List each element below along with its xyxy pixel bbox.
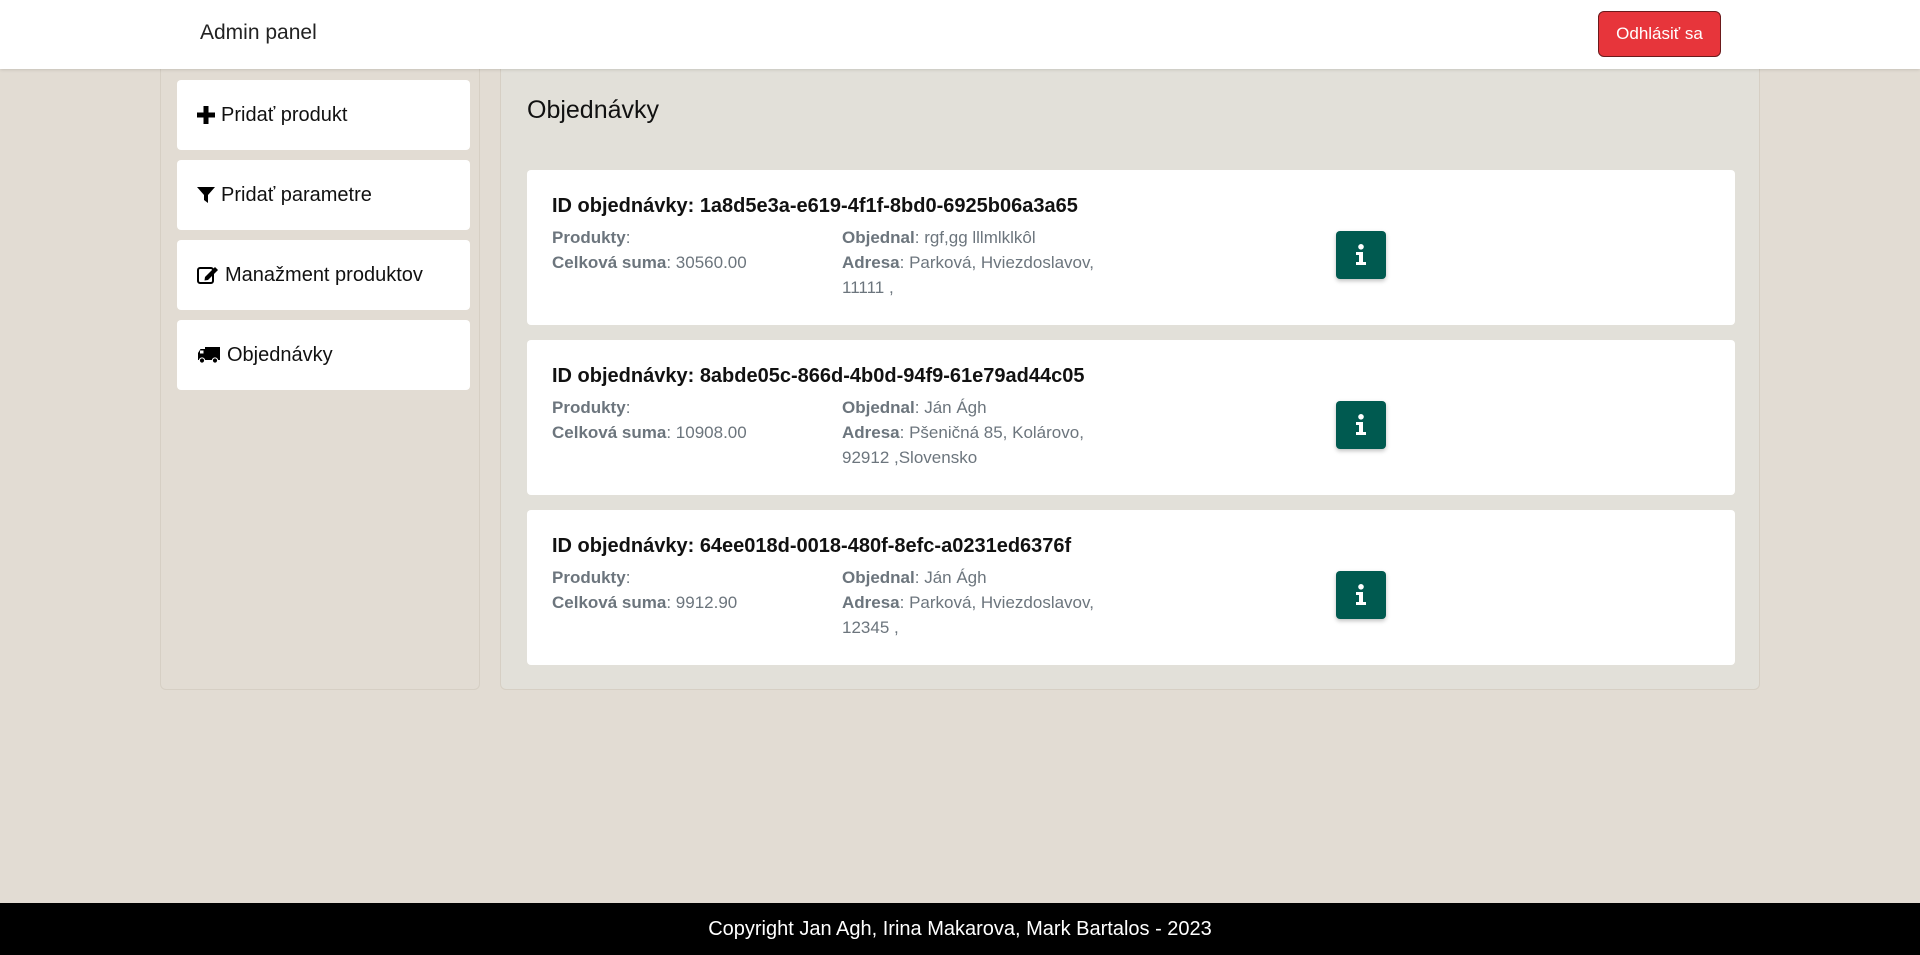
filter-icon [197, 187, 215, 203]
order-products: Produkty: [552, 228, 631, 247]
order-id-label: ID objednávky: [552, 535, 700, 557]
order-id-label: ID objednávky: [552, 195, 700, 217]
order-id: ID objednávky: 8abde05c-866d-4b0d-94f9-6… [552, 365, 1085, 388]
sidebar-item-label: Objednávky [227, 343, 333, 366]
total-value: 9912.90 [675, 593, 738, 612]
sidebar-item-product-management[interactable]: Manažment produktov [177, 240, 470, 310]
sidebar-item-orders[interactable]: Objednávky [177, 320, 470, 390]
customer-value: Ján Ágh [924, 568, 987, 587]
order-address: Adresa: Pšeničná 85, Kolárovo, 92912 ,Sl… [842, 423, 1084, 467]
order-id: ID objednávky: 1a8d5e3a-e619-4f1f-8bd0-6… [552, 195, 1078, 218]
total-label: Celková suma [552, 253, 667, 272]
order-id-label: ID objednávky: [552, 365, 700, 387]
order-info-button[interactable] [1336, 401, 1386, 449]
order-id-value: 64ee018d-0018-480f-8efc-a0231ed6376f [699, 535, 1072, 557]
info-icon [1356, 414, 1366, 435]
customer-label: Objednal [842, 228, 915, 247]
order-summary: Produkty: Celková suma: 9912.90 [552, 565, 737, 615]
customer-value: rgf,gg lllmlklkôl [924, 228, 1036, 247]
order-customer: Objednal: Ján Ágh [842, 568, 987, 587]
sidebar-item-add-parameters[interactable]: Pridať parametre [177, 160, 470, 230]
address-label: Adresa [842, 423, 900, 442]
truck-icon [198, 347, 220, 364]
order-info-button[interactable] [1336, 571, 1386, 619]
customer-label: Objednal [842, 568, 915, 587]
page-title: Objednávky [527, 96, 660, 124]
order-customer: Objednal: rgf,gg lllmlklkôl [842, 228, 1036, 247]
sidebar-item-label: Manažment produktov [225, 263, 423, 286]
sidebar-item-add-product[interactable]: Pridať produkt [177, 80, 470, 150]
order-address: Adresa: Parková, Hviezdoslavov, 12345 , [842, 593, 1094, 637]
orders-panel: Objednávky ID objednávky: 1a8d5e3a-e619-… [500, 60, 1760, 690]
order-customer: Objednal: Ján Ágh [842, 398, 987, 417]
products-label: Produkty [552, 568, 626, 587]
top-navbar: Admin panel Odhlásiť sa [0, 0, 1920, 69]
info-icon [1356, 584, 1366, 605]
total-value: 10908.00 [675, 423, 747, 442]
order-card: ID objednávky: 8abde05c-866d-4b0d-94f9-6… [527, 340, 1735, 495]
sidebar-item-label: Pridať produkt [221, 103, 348, 126]
order-products: Produkty: [552, 568, 631, 587]
customer-label: Objednal [842, 398, 915, 417]
order-total: Celková suma: 10908.00 [552, 423, 747, 442]
address-label: Adresa [842, 253, 900, 272]
customer-value: Ján Ágh [924, 398, 987, 417]
order-address: Adresa: Parková, Hviezdoslavov, 11111 , [842, 253, 1094, 297]
order-id-value: 1a8d5e3a-e619-4f1f-8bd0-6925b06a3a65 [699, 195, 1078, 217]
sidebar: Pridať produkt Pridať parametre Manažmen… [160, 60, 480, 690]
order-customer-info: Objednal: rgf,gg lllmlklkôl Adresa: Park… [842, 225, 1112, 300]
total-label: Celková suma [552, 593, 667, 612]
info-icon [1356, 244, 1366, 265]
order-customer-info: Objednal: Ján Ágh Adresa: Parková, Hviez… [842, 565, 1112, 640]
copyright-text: Copyright Jan Agh, Irina Makarova, Mark … [708, 917, 1212, 940]
sidebar-item-label: Pridať parametre [221, 183, 372, 206]
edit-icon [197, 267, 218, 284]
order-total: Celková suma: 9912.90 [552, 593, 738, 612]
footer: Copyright Jan Agh, Irina Makarova, Mark … [0, 903, 1920, 955]
order-products: Produkty: [552, 398, 631, 417]
address-label: Adresa [842, 593, 900, 612]
order-info-button[interactable] [1336, 231, 1386, 279]
products-label: Produkty [552, 228, 626, 247]
order-id-value: 8abde05c-866d-4b0d-94f9-61e79ad44c05 [699, 365, 1085, 387]
logout-button[interactable]: Odhlásiť sa [1598, 11, 1721, 57]
order-customer-info: Objednal: Ján Ágh Adresa: Pšeničná 85, K… [842, 395, 1112, 470]
order-summary: Produkty: Celková suma: 10908.00 [552, 395, 747, 445]
total-value: 30560.00 [675, 253, 747, 272]
order-card: ID objednávky: 1a8d5e3a-e619-4f1f-8bd0-6… [527, 170, 1735, 325]
order-card: ID objednávky: 64ee018d-0018-480f-8efc-a… [527, 510, 1735, 665]
plus-icon [197, 106, 215, 124]
brand-title[interactable]: Admin panel [200, 21, 317, 45]
products-label: Produkty [552, 398, 626, 417]
total-label: Celková suma [552, 423, 667, 442]
order-summary: Produkty: Celková suma: 30560.00 [552, 225, 747, 275]
order-total: Celková suma: 30560.00 [552, 253, 747, 272]
order-id: ID objednávky: 64ee018d-0018-480f-8efc-a… [552, 535, 1071, 558]
